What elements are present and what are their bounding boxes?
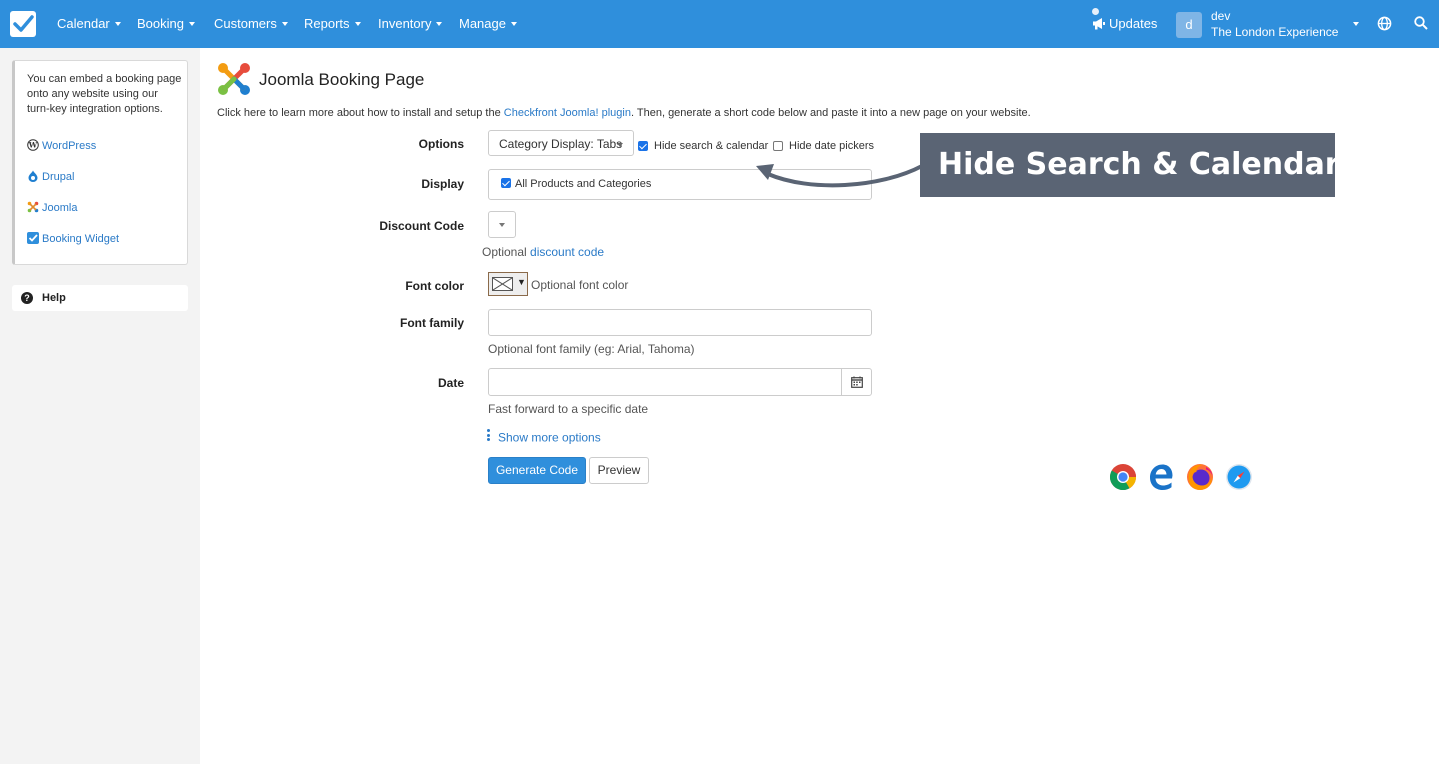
sidebar-link-label: Joomla bbox=[42, 202, 78, 214]
megaphone-icon bbox=[1093, 18, 1105, 30]
sidebar-link-label: Drupal bbox=[42, 171, 75, 183]
edge-icon bbox=[1150, 464, 1173, 490]
font-family-hint: Optional font family (eg: Arial, Tahoma) bbox=[488, 342, 695, 356]
nav-calendar[interactable]: Calendar bbox=[57, 16, 121, 31]
chevron-down-icon bbox=[354, 21, 361, 26]
chevron-down-icon bbox=[114, 21, 121, 26]
category-display-dropdown[interactable]: Category Display: Tabs bbox=[488, 130, 634, 156]
question-circle-icon: ? bbox=[21, 292, 33, 304]
user-org[interactable]: The London Experience bbox=[1211, 25, 1343, 39]
nav-reports-label: Reports bbox=[304, 16, 350, 31]
nav-manage-label: Manage bbox=[459, 16, 506, 31]
sidebar-intro: You can embed a booking page onto any we… bbox=[27, 73, 182, 115]
vertical-dots-icon bbox=[487, 429, 490, 443]
page-intro: Click here to learn more about how to in… bbox=[217, 107, 1031, 119]
nav-booking-label: Booking bbox=[137, 16, 184, 31]
show-more-label: Show more options bbox=[498, 430, 601, 445]
sidebar-link-label: Booking Widget bbox=[42, 233, 120, 245]
generate-code-button[interactable]: Generate Code bbox=[488, 457, 586, 484]
help-button[interactable]: ? Help bbox=[12, 285, 188, 311]
nav-booking[interactable]: Booking bbox=[137, 16, 195, 31]
help-label: Help bbox=[42, 292, 66, 304]
nav-inventory[interactable]: Inventory bbox=[378, 16, 443, 31]
nav-calendar-label: Calendar bbox=[57, 16, 110, 31]
page-title: Joomla Booking Page bbox=[259, 70, 425, 89]
notification-dot bbox=[1092, 8, 1099, 15]
chevron-down-icon bbox=[510, 21, 517, 26]
nav-inventory-label: Inventory bbox=[378, 16, 432, 31]
discount-code-link[interactable]: discount code bbox=[530, 245, 604, 259]
font-family-input[interactable] bbox=[488, 309, 872, 336]
font-color-picker[interactable]: ▼ bbox=[488, 272, 528, 296]
updates-button[interactable]: Updates bbox=[1092, 8, 1158, 31]
globe-icon[interactable] bbox=[1377, 16, 1392, 31]
category-display-value: Category Display: Tabs bbox=[499, 137, 623, 151]
chevron-down-icon bbox=[617, 143, 623, 147]
firefox-icon bbox=[1187, 464, 1213, 490]
discount-hint-text: Optional bbox=[482, 245, 531, 259]
sidebar-link-wordpress[interactable]: W WordPress bbox=[27, 139, 96, 152]
plugin-link[interactable]: Checkfront Joomla! plugin bbox=[504, 107, 631, 119]
chevron-down-icon bbox=[281, 21, 288, 26]
callout-annotation: Hide Search & Calendar bbox=[920, 133, 1340, 197]
joomla-icon bbox=[27, 201, 39, 213]
sidebar-link-label: WordPress bbox=[42, 140, 97, 152]
chrome-icon bbox=[1110, 464, 1137, 491]
options-label: Options bbox=[418, 137, 464, 151]
intro-text-end: . Then, generate a short code below and … bbox=[630, 107, 1031, 119]
search-icon[interactable] bbox=[1414, 16, 1428, 30]
date-hint: Fast forward to a specific date bbox=[488, 402, 649, 416]
triangle-down-icon: ▼ bbox=[517, 277, 526, 287]
sidebar-link-booking-widget[interactable]: Booking Widget bbox=[27, 232, 119, 245]
updates-label: Updates bbox=[1109, 16, 1158, 31]
sidebar: You can embed a booking page onto any we… bbox=[0, 48, 200, 764]
chevron-down-icon bbox=[499, 223, 505, 227]
svg-text:W: W bbox=[28, 141, 38, 150]
user-name[interactable]: dev bbox=[1211, 9, 1230, 23]
show-more-options-link[interactable]: Show more options bbox=[487, 429, 601, 445]
nav-customers[interactable]: Customers bbox=[214, 16, 288, 31]
sidebar-link-joomla[interactable]: Joomla bbox=[27, 201, 77, 214]
avatar[interactable]: d bbox=[1176, 12, 1202, 38]
chevron-down-icon[interactable] bbox=[1353, 22, 1359, 26]
font-color-hint: Optional font color bbox=[531, 278, 629, 292]
date-label: Date bbox=[437, 376, 464, 390]
discount-code-dropdown[interactable] bbox=[488, 211, 516, 238]
nav-manage[interactable]: Manage bbox=[459, 16, 517, 31]
calendar-icon bbox=[851, 376, 863, 388]
date-picker-button[interactable] bbox=[841, 368, 872, 396]
joomla-logo-icon bbox=[218, 63, 250, 95]
drupal-icon bbox=[28, 170, 38, 182]
nav-customers-label: Customers bbox=[214, 16, 277, 31]
empty-color-swatch-icon bbox=[492, 277, 513, 291]
chevron-down-icon bbox=[188, 21, 195, 26]
font-family-label: Font family bbox=[399, 316, 464, 330]
display-checkbox[interactable] bbox=[501, 178, 511, 188]
discount-hint: Optional discount code bbox=[482, 245, 604, 259]
discount-label: Discount Code bbox=[379, 219, 464, 233]
curved-arrow-icon bbox=[756, 164, 924, 188]
intro-text: Click here to learn more about how to in… bbox=[217, 107, 504, 119]
checkfront-icon bbox=[27, 232, 39, 244]
display-value: All Products and Categories bbox=[515, 178, 652, 190]
sidebar-link-drupal[interactable]: Drupal bbox=[27, 170, 74, 183]
font-color-label: Font color bbox=[405, 279, 464, 293]
top-navbar: Calendar Booking Customers Reports Inven… bbox=[0, 0, 1439, 48]
display-label: Display bbox=[421, 177, 464, 191]
preview-button[interactable]: Preview bbox=[589, 457, 649, 484]
safari-icon bbox=[1226, 464, 1252, 490]
date-input[interactable] bbox=[488, 368, 842, 396]
integration-panel: You can embed a booking page onto any we… bbox=[12, 60, 188, 265]
wordpress-icon: W bbox=[27, 139, 39, 151]
chevron-down-icon bbox=[436, 21, 443, 26]
checkfront-logo-icon[interactable] bbox=[10, 11, 36, 37]
hide-search-checkbox[interactable] bbox=[638, 141, 648, 151]
nav-reports[interactable]: Reports bbox=[304, 16, 361, 31]
